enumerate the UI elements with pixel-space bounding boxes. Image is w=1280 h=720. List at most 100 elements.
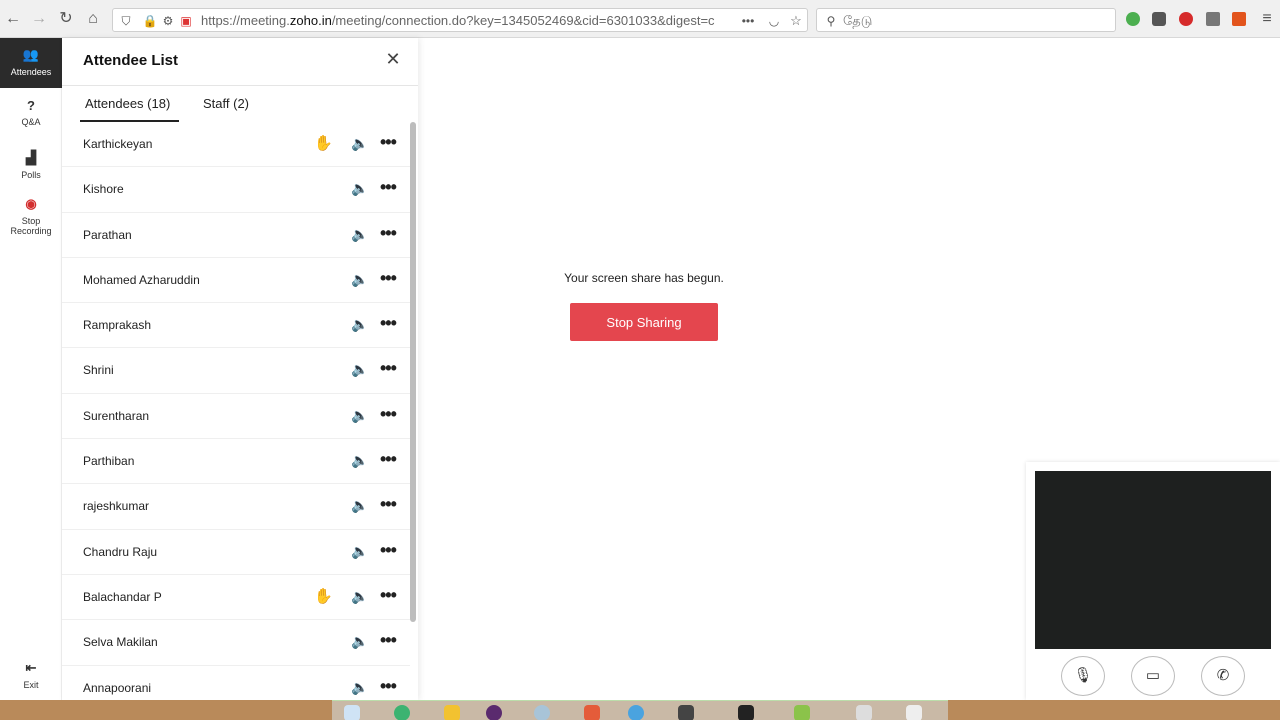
more-options-icon[interactable]: •••	[380, 223, 397, 244]
attendee-row[interactable]: Surentharan 🔈 •••	[62, 394, 410, 440]
attendee-row[interactable]: Chandru Raju 🔈 •••	[62, 530, 410, 575]
speaker-icon[interactable]: 🔈	[351, 497, 368, 514]
attendee-row[interactable]: Selva Makilan 🔈 •••	[62, 620, 410, 666]
nav-polls[interactable]: ▟ Polls	[0, 150, 62, 180]
scrollbar[interactable]	[410, 122, 416, 622]
attendee-row[interactable]: Balachandar P ✋ 🔈 •••	[62, 575, 410, 621]
speaker-icon[interactable]: 🔈	[351, 361, 368, 378]
nav-qa[interactable]: ? Q&A	[0, 98, 62, 127]
twitter-icon[interactable]	[628, 705, 644, 720]
speaker-icon[interactable]: 🔈	[351, 135, 368, 152]
extension-mask-icon[interactable]	[1152, 12, 1166, 26]
attendee-list: Karthickeyan ✋ 🔈 ••• Kishore 🔈 ••• Parathan 🔈 •••…	[62, 122, 410, 700]
calendar-icon[interactable]	[584, 705, 600, 720]
attendee-name: Ramprakash	[83, 318, 152, 333]
permissions-icon[interactable]: ⚙	[159, 12, 177, 30]
attendee-row[interactable]: rajeshkumar 🔈 •••	[62, 484, 410, 530]
raise-hand-icon[interactable]: ✋	[314, 587, 333, 605]
app-icon-purple[interactable]	[486, 705, 502, 720]
tab-staff[interactable]: Staff (2)	[203, 96, 249, 111]
bar-chart-icon: ▟	[26, 150, 36, 165]
speaker-icon[interactable]: 🔈	[351, 633, 368, 650]
terminal-icon[interactable]	[738, 705, 754, 720]
stop-sharing-button[interactable]: Stop Sharing	[570, 303, 718, 341]
speaker-icon[interactable]: 🔈	[351, 407, 368, 424]
more-options-icon[interactable]: •••	[380, 540, 397, 561]
url-text: https://meeting.zoho.in/meeting/connecti…	[201, 13, 715, 28]
attendee-row[interactable]: Shrini 🔈 •••	[62, 348, 410, 394]
attendee-row[interactable]: Mohamed Azharuddin 🔈 •••	[62, 258, 410, 304]
nav-attendees[interactable]: 👥 Attendees	[0, 38, 62, 88]
app-icon-dark[interactable]	[678, 705, 694, 720]
attendee-name: Kishore	[83, 182, 124, 197]
more-options-icon[interactable]: •••	[380, 313, 397, 334]
more-options-icon[interactable]: •••	[380, 676, 397, 697]
adblock-icon[interactable]	[1179, 12, 1193, 26]
camera-icon[interactable]: ▭	[1131, 656, 1175, 696]
app-icon-gray[interactable]	[856, 705, 872, 720]
attendee-row[interactable]: Kishore 🔈 •••	[62, 167, 410, 213]
more-options-icon[interactable]: •••	[380, 494, 397, 515]
forward-icon[interactable]: →	[30, 10, 48, 28]
phone-icon[interactable]: ✆	[1201, 656, 1245, 696]
url-bar[interactable]: ⛉ 🔒 ⚙ ▣ https://meeting.zoho.in/meeting/…	[112, 8, 808, 32]
app-icon-green[interactable]	[394, 705, 410, 720]
app-icon-yellow[interactable]	[444, 705, 460, 720]
attendees-icon: 👥	[22, 47, 40, 62]
reader-icon[interactable]	[1206, 12, 1220, 26]
android-icon[interactable]	[794, 705, 810, 720]
page-actions-icon[interactable]: •••	[739, 12, 757, 30]
attendee-name: Parthiban	[83, 454, 135, 469]
speaker-icon[interactable]: 🔈	[351, 679, 368, 696]
pocket-icon[interactable]: ◡	[765, 12, 783, 30]
more-options-icon[interactable]: •••	[380, 585, 397, 606]
reload-icon[interactable]: ↻	[57, 10, 75, 28]
more-options-icon[interactable]: •••	[380, 358, 397, 379]
finder-icon[interactable]	[344, 705, 360, 720]
screen-share-icon[interactable]: ▣	[177, 12, 195, 30]
menu-icon[interactable]: ≡	[1258, 10, 1276, 28]
video-preview: 🎙 ▭ ✆	[1026, 462, 1280, 700]
microphone-icon[interactable]: 🎙	[1061, 656, 1105, 696]
app-icon-blue[interactable]	[534, 705, 550, 720]
more-options-icon[interactable]: •••	[380, 449, 397, 470]
raise-hand-icon[interactable]: ✋	[314, 134, 333, 152]
speaker-icon[interactable]: 🔈	[351, 588, 368, 605]
more-options-icon[interactable]: •••	[380, 132, 397, 153]
tab-attendees[interactable]: Attendees (18)	[85, 96, 170, 111]
back-icon[interactable]: ←	[4, 10, 22, 28]
more-options-icon[interactable]: •••	[380, 177, 397, 198]
speaker-icon[interactable]: 🔈	[351, 452, 368, 469]
more-options-icon[interactable]: •••	[380, 630, 397, 651]
search-bar[interactable]: ⚲ தேடு	[816, 8, 1116, 32]
speaker-icon[interactable]: 🔈	[351, 180, 368, 197]
attendee-row[interactable]: Annapoorani 🔈 •••	[62, 666, 410, 700]
attendee-panel: Attendee List ✕ Attendees (18) Staff (2)…	[62, 38, 418, 700]
speaker-icon[interactable]: 🔈	[351, 226, 368, 243]
extension-square-icon[interactable]	[1232, 12, 1246, 26]
attendee-row[interactable]: Parathan 🔈 •••	[62, 213, 410, 258]
home-icon[interactable]: ⌂	[84, 10, 102, 28]
bookmark-star-icon[interactable]: ☆	[787, 12, 805, 30]
nav-stop-recording[interactable]: ◉ Stop Recording	[0, 196, 62, 236]
attendee-row[interactable]: Ramprakash 🔈 •••	[62, 303, 410, 349]
desktop-background	[0, 700, 332, 720]
nav-exit[interactable]: ⇤ Exit	[0, 660, 62, 690]
more-options-icon[interactable]: •••	[380, 268, 397, 289]
speaker-icon[interactable]: 🔈	[351, 316, 368, 333]
attendee-name: Surentharan	[83, 408, 150, 423]
left-nav: 👥 Attendees ? Q&A ▟ Polls ◉ Stop Recordi…	[0, 38, 62, 700]
app-icon-light[interactable]	[906, 705, 922, 720]
speaker-icon[interactable]: 🔈	[351, 543, 368, 560]
question-icon: ?	[27, 98, 35, 113]
attendee-row[interactable]: Parthiban 🔈 •••	[62, 439, 410, 485]
attendee-row[interactable]: Karthickeyan ✋ 🔈 •••	[62, 122, 410, 168]
extension-globe-icon[interactable]	[1126, 12, 1140, 26]
close-icon[interactable]: ✕	[384, 50, 402, 68]
nav-recording-label: Recording	[10, 226, 52, 236]
nav-qa-label: Q&A	[21, 117, 41, 127]
nav-stop-label: Stop	[21, 216, 41, 226]
speaker-icon[interactable]: 🔈	[351, 271, 368, 288]
lock-icon: 🔒	[142, 14, 158, 28]
more-options-icon[interactable]: •••	[380, 404, 397, 425]
